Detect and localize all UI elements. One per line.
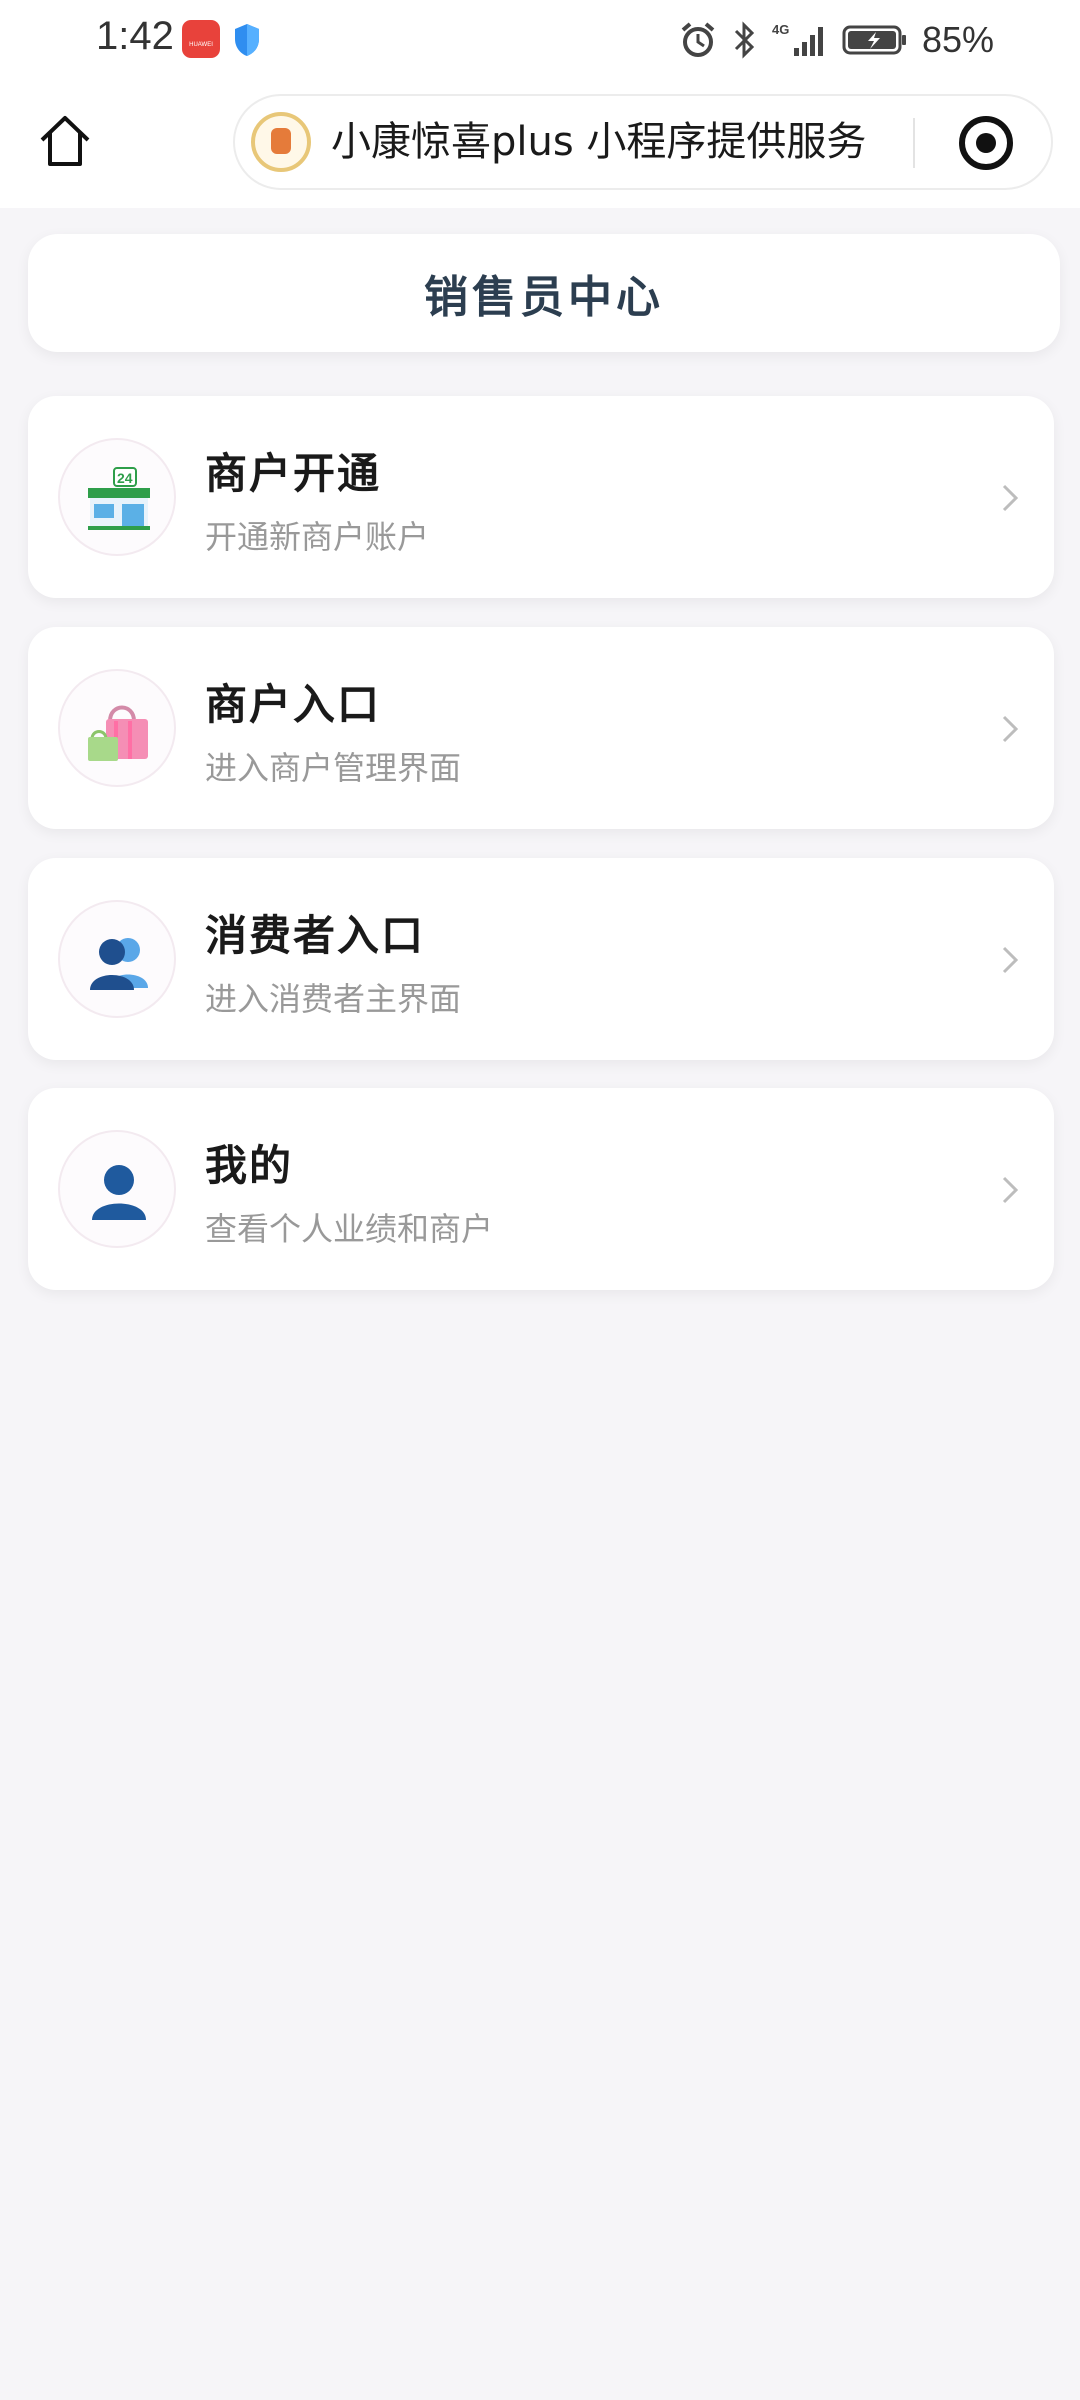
- mini-program-header: 小康惊喜plus 小程序提供服务: [0, 80, 1080, 208]
- bluetooth-icon: [734, 21, 755, 59]
- page-title: 销售员中心: [424, 272, 664, 323]
- chevron-right-icon: [1002, 946, 1019, 974]
- menu-item-subtitle: 进入商户管理界面: [205, 749, 462, 787]
- shopping-bags-icon: [58, 669, 176, 787]
- capsule-divider: [913, 118, 915, 168]
- menu-item-merchant-entry[interactable]: 商户入口 进入商户管理界面: [28, 627, 1054, 829]
- shield-icon: [235, 24, 259, 56]
- mini-program-logo-icon: [251, 112, 311, 172]
- app-badge-label: HUAWEI: [189, 42, 213, 48]
- home-button[interactable]: [30, 106, 100, 176]
- menu-item-title: 商户开通: [205, 449, 382, 498]
- chevron-right-icon: [1002, 715, 1019, 743]
- battery-percent: 85%: [921, 19, 994, 60]
- signal-icon: 4G: [772, 22, 823, 56]
- user-icon: [58, 1130, 176, 1248]
- users-icon: [58, 900, 176, 1018]
- menu-item-mine[interactable]: 我的 查看个人业绩和商户: [28, 1088, 1054, 1290]
- app-store-icon: HUAWEI: [182, 20, 220, 58]
- alarm-icon: [681, 22, 715, 57]
- menu-item-subtitle: 开通新商户账户: [205, 518, 430, 556]
- status-indicators: 4G 85%: [678, 14, 994, 66]
- menu-item-title: 消费者入口: [205, 911, 426, 960]
- menu-item-title: 我的: [205, 1141, 294, 1190]
- menu-item-subtitle: 查看个人业绩和商户: [205, 1210, 494, 1248]
- menu-item-title: 商户入口: [205, 680, 382, 729]
- page-title-card: 销售员中心: [28, 234, 1060, 352]
- menu-item-subtitle: 进入消费者主界面: [205, 980, 462, 1018]
- svg-text:24: 24: [117, 470, 133, 486]
- mini-program-capsule[interactable]: 小康惊喜plus 小程序提供服务: [233, 94, 1053, 190]
- battery-icon: [842, 25, 906, 55]
- status-time: 1:42: [96, 14, 174, 58]
- close-target-icon[interactable]: [959, 116, 1013, 170]
- svg-text:4G: 4G: [772, 22, 789, 37]
- store-24h-icon: 24: [58, 438, 176, 556]
- menu-item-merchant-open[interactable]: 24 商户开通 开通新商户账户: [28, 396, 1054, 598]
- chevron-right-icon: [1002, 484, 1019, 512]
- chevron-right-icon: [1002, 1176, 1019, 1204]
- home-icon: [40, 116, 90, 166]
- menu-item-consumer-entry[interactable]: 消费者入口 进入消费者主界面: [28, 858, 1054, 1060]
- capsule-title: 小康惊喜plus 小程序提供服务: [331, 119, 867, 165]
- status-bar: 1:42 HUAWEI 4G 85%: [0, 0, 1080, 80]
